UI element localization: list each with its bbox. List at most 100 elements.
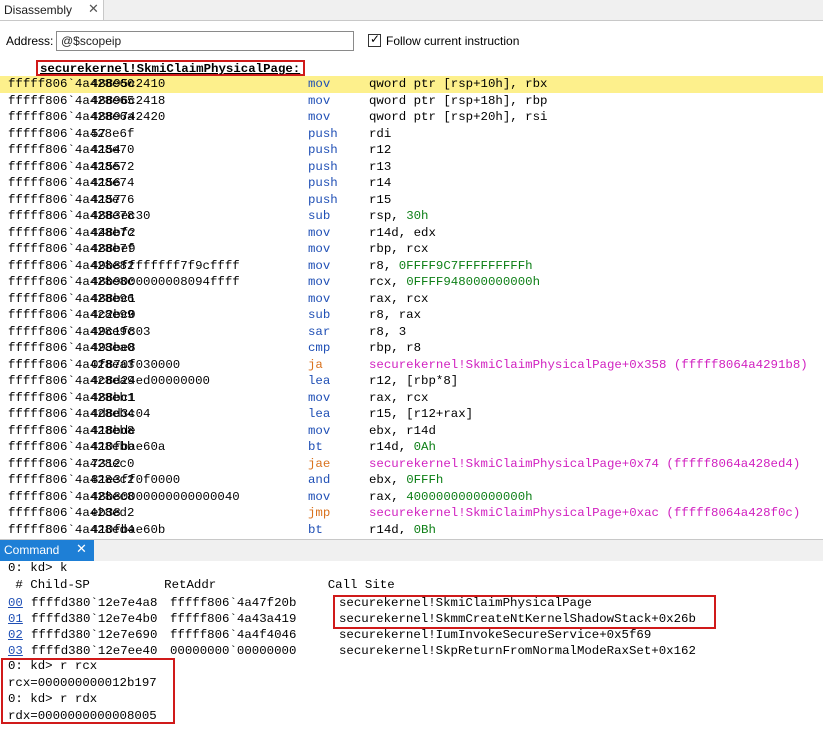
instruction-bytes: 4d8d3c04: [91, 407, 151, 421]
instruction-operands: rbp, r8: [369, 341, 422, 355]
close-icon[interactable]: ✕: [76, 542, 87, 556]
instruction-row[interactable]: fffff806`4a428ea0 493be8 cmp rbp, r8: [0, 340, 823, 357]
tab-command[interactable]: Command ✕: [0, 540, 94, 561]
instruction-row[interactable]: fffff806`4a428e7c 448bf2 mov r14d, edx: [0, 225, 823, 242]
instruction-bytes: 488bc1: [91, 390, 136, 405]
instruction-opcode: ja: [308, 357, 323, 372]
instruction-bytes: 48b80000000000000040: [91, 489, 240, 504]
instruction-row[interactable]: fffff806`4a428e7f 488be9 mov rbp, rcx: [0, 241, 823, 258]
tab-disassembly-label: Disassembly: [4, 3, 73, 17]
instruction-bytes: 4154: [91, 143, 121, 157]
instruction-operands: securekernel!SkmiClaimPhysicalPage+0xac …: [369, 506, 801, 520]
follow-instruction-checkbox[interactable]: ✓: [368, 32, 381, 47]
instruction-row[interactable]: fffff806`4a428ec8 48b80000000000000040 mov…: [0, 489, 823, 506]
instruction-row[interactable]: fffff806`4a428e9c 49c1f803 sar r8, 3: [0, 324, 823, 341]
instruction-operands: rdi: [369, 126, 392, 141]
frame-return-address: fffff806`4a47f20b: [170, 596, 297, 610]
command-tabbar: Command ✕: [0, 539, 823, 561]
instruction-bytes: 4156: [91, 176, 121, 190]
instruction-opcode: cmp: [308, 341, 331, 355]
disassembly-tabbar: Disassembly ✕: [0, 0, 823, 21]
instruction-opcode: jmp: [308, 506, 331, 520]
instruction-row[interactable]: fffff806`4a428e6a 4889742420 mov qword ptr …: [0, 109, 823, 126]
instruction-operands: r14: [369, 176, 392, 190]
instruction-bytes: 488be9: [91, 242, 136, 256]
instruction-bytes: 448bf2: [91, 225, 136, 240]
instruction-opcode: bt: [308, 440, 323, 454]
instruction-row[interactable]: fffff806`4a428ebb 410fbae60a bt r14d, 0Ah: [0, 439, 823, 456]
instruction-row[interactable]: fffff806`4a428ed2 eb38 jmp securekernel!Skm…: [0, 505, 823, 522]
instruction-operands: r8, rax: [369, 308, 422, 322]
instruction-bytes: 7312: [91, 456, 121, 471]
instruction-opcode: mov: [308, 242, 331, 256]
instruction-opcode: mov: [308, 291, 331, 306]
instruction-row[interactable]: fffff806`4a428ed4 410fbae60b bt r14d, 0Bh: [0, 522, 823, 535]
instruction-opcode: sub: [308, 209, 331, 223]
instruction-bytes: 49c1f803: [91, 324, 151, 339]
highlight-box-registers: [1, 658, 175, 724]
highlight-box-callsites: [333, 595, 716, 629]
instruction-opcode: mov: [308, 225, 331, 240]
disassembly-listing[interactable]: fffff806`4a428e60 48895c2410 mov qword ptr …: [0, 76, 823, 534]
instruction-bytes: 4157: [91, 192, 121, 207]
frame-return-address: fffff806`4a43a419: [170, 612, 297, 626]
instruction-bytes: 493be8: [91, 341, 136, 355]
instruction-row[interactable]: fffff806`4a428e6f 57 push rdi: [0, 126, 823, 143]
instruction-operands: rsp, 30h: [369, 209, 429, 223]
frame-number-link[interactable]: 02: [8, 627, 23, 643]
instruction-operands: rcx, 0FFFF948000000000h: [369, 275, 541, 289]
instruction-row[interactable]: fffff806`4a428e65 48896c2418 mov qword ptr …: [0, 93, 823, 110]
instruction-row[interactable]: fffff806`4a428ec2 81e3ff0f0000 and ebx, 0FF…: [0, 472, 823, 489]
instruction-opcode: sar: [308, 324, 331, 339]
instruction-operands: qword ptr [rsp+20h], rsi: [369, 110, 548, 124]
frame-number-link[interactable]: 03: [8, 643, 23, 659]
instruction-row[interactable]: fffff806`4a428eb8 418bde mov ebx, r14d: [0, 423, 823, 440]
instruction-bytes: 48895c2410: [91, 77, 166, 91]
instruction-opcode: sub: [308, 308, 331, 322]
instruction-row[interactable]: fffff806`4a428e76 4157 push r15: [0, 192, 823, 209]
instruction-operands: rax, 4000000000000000h: [369, 489, 533, 504]
address-label: Address:: [6, 34, 54, 48]
instruction-opcode: bt: [308, 522, 323, 535]
instruction-bytes: 57: [91, 126, 106, 141]
instruction-row[interactable]: fffff806`4a428e99 4c2bc0 sub r8, rax: [0, 307, 823, 324]
frame-number-link[interactable]: 00: [8, 595, 23, 611]
instruction-opcode: mov: [308, 93, 331, 108]
frame-number-link[interactable]: 01: [8, 611, 23, 627]
instruction-bytes: 410fbae60a: [91, 440, 166, 454]
instruction-bytes: 4c8d24ed00000000: [91, 374, 210, 388]
frame-return-address: 00000000`00000000: [170, 644, 297, 658]
instruction-bytes: eb38: [91, 506, 121, 520]
instruction-opcode: mov: [308, 275, 331, 289]
instruction-bytes: 4883ec30: [91, 209, 151, 223]
instruction-row[interactable]: fffff806`4a428e96 488bc1 mov rax, rcx: [0, 291, 823, 308]
instruction-row[interactable]: fffff806`4a428e82 49b8ffffffff7f9cffff mov…: [0, 258, 823, 275]
instruction-operands: r15, [r12+rax]: [369, 407, 474, 421]
instruction-row[interactable]: fffff806`4a428eb4 4d8d3c04 lea r15, [r12+ra…: [0, 406, 823, 423]
instruction-row[interactable]: fffff806`4a428e72 4155 push r13: [0, 159, 823, 176]
instruction-operands: r15: [369, 192, 392, 207]
instruction-row[interactable]: fffff806`4a428e8c 48b9000000008094ffff mov…: [0, 274, 823, 291]
instruction-row[interactable]: fffff806`4a428e74 4156 push r14: [0, 175, 823, 192]
checkmark-icon: ✓: [370, 32, 381, 46]
frame-child-sp: ffffd380`12e7ee40: [31, 644, 158, 658]
instruction-bytes: 418bde: [91, 423, 136, 438]
instruction-row[interactable]: fffff806`4a428ea9 4c8d24ed00000000 lea r12,…: [0, 373, 823, 390]
instruction-bytes: 48896c2418: [91, 93, 166, 108]
frame-child-sp: ffffd380`12e7e4b0: [31, 612, 158, 626]
instruction-opcode: and: [308, 473, 331, 487]
instruction-row[interactable]: fffff806`4a428ea3 0f870f030000 ja secureker…: [0, 357, 823, 374]
instruction-row-current[interactable]: fffff806`4a428e60 48895c2410 mov qword ptr …: [0, 76, 823, 93]
instruction-row[interactable]: fffff806`4a428eb1 488bc1 mov rax, rcx: [0, 390, 823, 407]
instruction-row[interactable]: fffff806`4a428ec0 7312 jae securekernel!Skm…: [0, 456, 823, 473]
command-output: 0: kd> k # Child-SP RetAddr Call Site 00…: [0, 560, 823, 732]
address-input[interactable]: [56, 31, 354, 51]
close-icon[interactable]: ✕: [88, 2, 99, 16]
instruction-operands: qword ptr [rsp+10h], rbx: [369, 77, 548, 91]
instruction-row[interactable]: fffff806`4a428e78 4883ec30 sub rsp, 30h: [0, 208, 823, 225]
instruction-opcode: lea: [308, 374, 331, 388]
tab-disassembly[interactable]: Disassembly ✕: [0, 0, 104, 20]
tab-command-label: Command: [4, 543, 60, 557]
instruction-operands: ebx, r14d: [369, 423, 436, 438]
instruction-row[interactable]: fffff806`4a428e70 4154 push r12: [0, 142, 823, 159]
